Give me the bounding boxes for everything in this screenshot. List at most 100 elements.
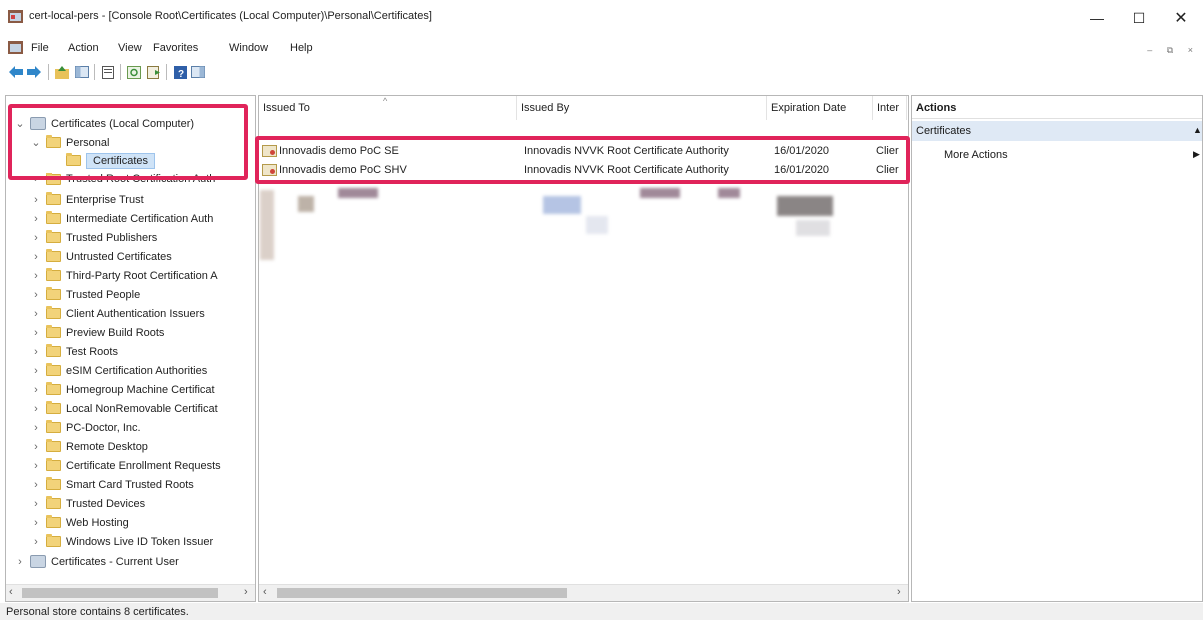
more-actions-link[interactable]: More Actions (944, 149, 1008, 161)
chevron-right-icon[interactable]: › (30, 422, 42, 434)
list-horizontal-scrollbar[interactable]: ‹ › (259, 584, 908, 601)
menu-file[interactable]: File (31, 42, 49, 54)
column-label: Issued By (521, 102, 570, 114)
chevron-right-icon[interactable]: › (30, 289, 42, 301)
mdi-window-controls[interactable]: – ⧉ × (1147, 45, 1199, 56)
menu-favorites[interactable]: Favorites (153, 42, 198, 54)
chevron-right-icon[interactable]: › (30, 517, 42, 529)
submenu-arrow-icon[interactable]: ▶ (1193, 149, 1200, 160)
tree-node[interactable]: › Third-Party Root Certification A (30, 266, 218, 285)
tree-node-current-user[interactable]: › Certificates - Current User (14, 552, 179, 571)
chevron-right-icon[interactable]: › (30, 403, 42, 415)
tree-node[interactable]: › Client Authentication Issuers (30, 304, 205, 323)
status-bar: Personal store contains 8 certificates. (0, 603, 1203, 620)
help-icon[interactable]: ? (172, 64, 188, 80)
tree-node[interactable]: › Trusted Devices (30, 494, 145, 513)
tree-node[interactable]: › eSIM Certification Authorities (30, 361, 207, 380)
column-header-issued-by[interactable]: Issued By (517, 96, 767, 120)
show-tree-icon[interactable] (74, 64, 90, 80)
up-folder-icon[interactable] (54, 64, 70, 80)
folder-icon (46, 230, 61, 243)
mmc-menu-icon[interactable] (8, 41, 23, 54)
chevron-right-icon[interactable]: › (30, 232, 42, 244)
scrollbar-thumb[interactable] (22, 588, 218, 598)
svg-text:?: ? (178, 69, 184, 79)
column-header-expiration-date[interactable]: Expiration Date (767, 96, 873, 120)
folder-icon (46, 287, 61, 300)
tree-node[interactable]: › Enterprise Trust (30, 190, 144, 209)
toolbar-separator (166, 64, 167, 80)
tree-node[interactable]: › Test Roots (30, 342, 118, 361)
tree-node-label: Certificates - Current User (51, 555, 179, 568)
tree-node[interactable]: › Web Hosting (30, 513, 129, 532)
menu-action[interactable]: Action (68, 42, 99, 54)
redacted-region (586, 216, 608, 234)
tree-node-label: Intermediate Certification Auth (66, 212, 214, 225)
tree-node[interactable]: › Windows Live ID Token Issuer (30, 532, 213, 551)
chevron-right-icon[interactable]: › (30, 346, 42, 358)
menu-view[interactable]: View (118, 42, 142, 54)
tree-node[interactable]: › Preview Build Roots (30, 323, 164, 342)
folder-icon (46, 268, 61, 281)
refresh-icon[interactable] (126, 64, 142, 80)
scroll-left-icon[interactable]: ‹ (263, 586, 267, 598)
tree-node[interactable]: › Certificate Enrollment Requests (30, 456, 221, 475)
chevron-right-icon[interactable]: › (30, 460, 42, 472)
chevron-right-icon[interactable]: › (30, 308, 42, 320)
chevron-right-icon[interactable]: › (30, 384, 42, 396)
redacted-region (543, 196, 581, 214)
chevron-right-icon[interactable]: › (30, 213, 42, 225)
menu-bar: File Action View Favorites Window Help –… (0, 38, 1203, 58)
collapse-up-icon[interactable]: ▲ (1193, 125, 1202, 135)
chevron-right-icon[interactable]: › (30, 536, 42, 548)
tree-node[interactable]: › Trusted People (30, 285, 140, 304)
title-bar: cert-local-pers - [Console Root\Certific… (0, 0, 1203, 36)
folder-icon (46, 363, 61, 376)
scroll-right-icon[interactable]: › (244, 586, 248, 598)
tree-node[interactable]: › Intermediate Certification Auth (30, 209, 213, 228)
folder-icon (46, 211, 61, 224)
tree-node-label: Test Roots (66, 345, 118, 358)
menu-window[interactable]: Window (229, 42, 268, 54)
export-icon[interactable] (146, 64, 162, 80)
column-header-intended-purposes[interactable]: Inter (873, 96, 907, 120)
chevron-right-icon[interactable]: › (30, 441, 42, 453)
tree-horizontal-scrollbar[interactable]: ‹ › (6, 584, 255, 601)
tree-node[interactable]: › PC-Doctor, Inc. (30, 418, 141, 437)
menu-help[interactable]: Help (290, 42, 313, 54)
chevron-right-icon[interactable]: › (30, 270, 42, 282)
column-header-issued-to[interactable]: Issued To (259, 96, 517, 120)
close-button[interactable]: ✕ (1166, 6, 1196, 30)
tree-node[interactable]: › Trusted Publishers (30, 228, 157, 247)
scroll-right-icon[interactable]: › (897, 586, 901, 598)
chevron-right-icon[interactable]: › (30, 479, 42, 491)
scroll-left-icon[interactable]: ‹ (9, 586, 13, 598)
properties-icon[interactable] (100, 64, 116, 80)
chevron-right-icon[interactable]: › (30, 251, 42, 263)
chevron-right-icon[interactable]: › (30, 365, 42, 377)
folder-icon (46, 249, 61, 262)
folder-icon (46, 401, 61, 414)
tree-node-label: PC-Doctor, Inc. (66, 421, 141, 434)
folder-icon (46, 344, 61, 357)
chevron-right-icon[interactable]: › (30, 327, 42, 339)
tree-node[interactable]: › Untrusted Certificates (30, 247, 172, 266)
scrollbar-thumb[interactable] (277, 588, 567, 598)
tree-node[interactable]: › Local NonRemovable Certificat (30, 399, 218, 418)
folder-icon (46, 192, 61, 205)
tree-node[interactable]: › Remote Desktop (30, 437, 148, 456)
actions-section-certificates[interactable]: Certificates (912, 121, 1202, 141)
forward-icon[interactable] (26, 64, 42, 80)
tree-node[interactable]: › Smart Card Trusted Roots (30, 475, 194, 494)
chevron-right-icon[interactable]: › (14, 556, 26, 568)
actions-pane (911, 95, 1203, 602)
chevron-right-icon[interactable]: › (30, 194, 42, 206)
maximize-button[interactable]: ☐ (1124, 6, 1154, 30)
tree-node-label: Preview Build Roots (66, 326, 165, 339)
tree-node[interactable]: › Homegroup Machine Certificat (30, 380, 215, 399)
toolbar-separator (94, 64, 95, 80)
show-pane-icon[interactable] (190, 64, 206, 80)
minimize-button[interactable]: — (1082, 6, 1112, 30)
back-icon[interactable] (8, 64, 24, 80)
chevron-right-icon[interactable]: › (30, 498, 42, 510)
